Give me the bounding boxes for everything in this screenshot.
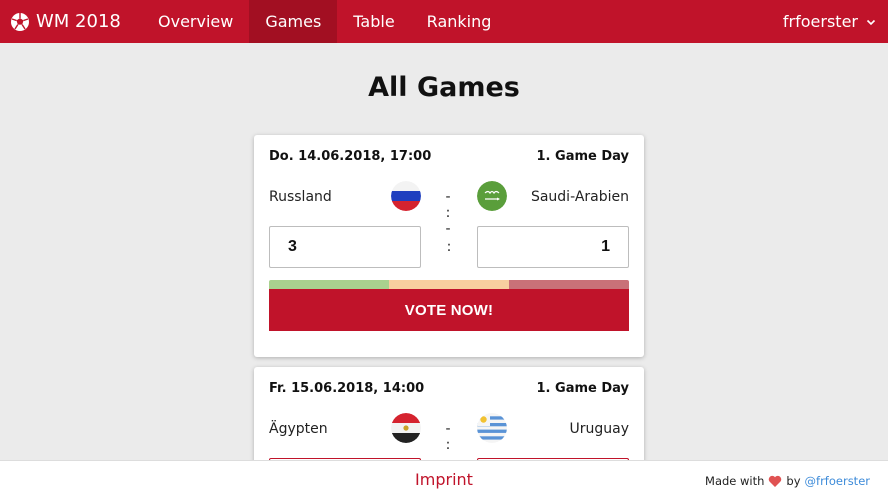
made-with-by: by <box>786 474 801 488</box>
nav-ranking-label: Ranking <box>426 12 492 31</box>
uruguay-flag-icon <box>477 413 507 443</box>
page-title: All Games <box>368 72 520 103</box>
vote-segment-draw <box>389 280 509 289</box>
user-menu[interactable]: frfoerster <box>783 0 876 43</box>
author-link[interactable]: @frfoerster <box>805 474 870 488</box>
vote-segment-away <box>509 280 629 289</box>
nav-overview-label: Overview <box>158 12 234 31</box>
nav-overview[interactable]: Overview <box>142 0 249 43</box>
game-card-header: Do. 14.06.2018, 17:00 1. Game Day <box>269 149 629 164</box>
soccer-ball-icon <box>11 12 29 31</box>
top-navbar: WM 2018 Overview Games Table Ranking frf… <box>0 0 888 43</box>
tip-separator: : <box>446 239 452 255</box>
home-team: Ägypten <box>269 421 328 437</box>
nav-table-label: Table <box>353 12 395 31</box>
egypt-flag-icon <box>391 413 421 443</box>
brand[interactable]: WM 2018 <box>0 0 130 43</box>
match-row: Russland - : - Saudi-Arabien <box>269 179 629 237</box>
game-day: 1. Game Day <box>536 381 629 396</box>
vote-now-button[interactable]: VOTE NOW! <box>269 289 629 331</box>
home-score-input[interactable] <box>269 226 421 268</box>
heart-icon <box>769 475 782 487</box>
game-day: 1. Game Day <box>536 149 629 164</box>
vote-distribution-bar <box>269 280 629 289</box>
saudi-arabia-flag-icon <box>477 181 507 211</box>
game-datetime: Do. 14.06.2018, 17:00 <box>269 149 432 164</box>
vote-segment-home <box>269 280 389 289</box>
home-team: Russland <box>269 189 332 205</box>
away-score-input[interactable] <box>477 226 629 268</box>
nav-ranking[interactable]: Ranking <box>411 0 508 43</box>
nav-table[interactable]: Table <box>337 0 410 43</box>
russia-flag-icon <box>391 181 421 211</box>
nav-games-label: Games <box>265 12 322 31</box>
game-card-header: Fr. 15.06.2018, 14:00 1. Game Day <box>269 381 629 396</box>
game-datetime: Fr. 15.06.2018, 14:00 <box>269 381 425 396</box>
match-row: Ägypten - : - Uruguay <box>269 411 630 469</box>
made-with-text: Made with <box>705 474 765 488</box>
score-separator: - : - <box>445 189 453 237</box>
away-team: Uruguay <box>569 421 630 437</box>
game-card: Do. 14.06.2018, 17:00 1. Game Day Russla… <box>254 135 644 357</box>
brand-title: WM 2018 <box>36 11 121 32</box>
nav-games[interactable]: Games <box>249 0 338 43</box>
chevron-down-icon <box>866 19 876 25</box>
user-name: frfoerster <box>782 12 858 31</box>
footer: Imprint Made with by @frfoerster <box>0 460 888 499</box>
away-team: Saudi-Arabien <box>530 189 629 205</box>
made-with-credit: Made with by @frfoerster <box>705 474 870 488</box>
